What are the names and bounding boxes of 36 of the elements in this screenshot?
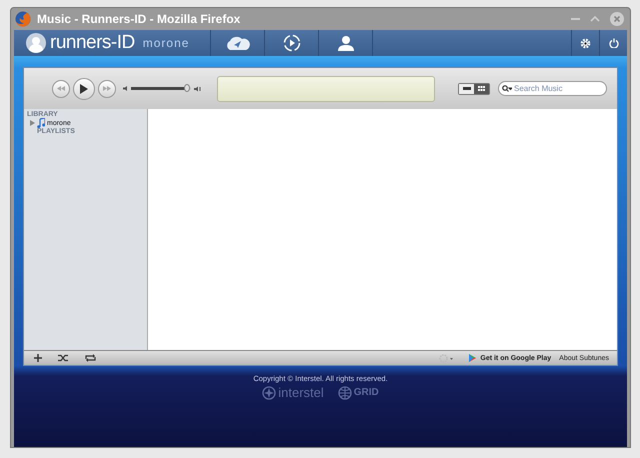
play-circle-icon — [282, 34, 300, 52]
settings-icon — [580, 38, 591, 48]
user-name: morone — [142, 36, 190, 50]
firefox-icon — [15, 11, 31, 27]
avatar-icon — [26, 33, 46, 53]
play-icon — [80, 84, 88, 94]
shuffle-button[interactable] — [58, 354, 69, 362]
volume-slider[interactable] — [131, 87, 191, 90]
previous-button[interactable] — [52, 80, 70, 98]
expand-arrow-icon[interactable] — [30, 120, 35, 126]
brand-logo: runners-ID — [50, 32, 135, 54]
grid-view-button[interactable] — [474, 84, 489, 94]
add-button[interactable] — [34, 354, 42, 362]
partner-logo: GRID — [338, 386, 379, 400]
shuffle-icon — [58, 354, 69, 362]
next-button[interactable] — [98, 80, 116, 98]
person-icon — [338, 35, 354, 51]
repeat-button[interactable] — [85, 354, 96, 362]
gear-icon — [439, 354, 454, 362]
cloud-icon — [224, 36, 250, 50]
volume-high-icon — [194, 86, 202, 92]
list-view-button[interactable] — [459, 84, 474, 94]
window-title: Music - Runners-ID - Mozilla Firefox — [37, 12, 242, 26]
fast-forward-icon — [103, 86, 111, 91]
music-note-icon — [37, 118, 45, 128]
partner-logo: interstel — [262, 385, 324, 400]
volume-low-icon — [123, 86, 128, 91]
grid-icon — [478, 86, 485, 91]
play-button[interactable] — [73, 78, 95, 100]
play-store-icon — [469, 354, 476, 362]
rewind-icon — [57, 86, 65, 91]
repeat-icon — [85, 354, 96, 362]
search-field[interactable]: Search Music — [498, 81, 607, 96]
plus-icon — [34, 354, 42, 362]
power-icon — [608, 38, 618, 48]
list-icon — [462, 87, 470, 90]
